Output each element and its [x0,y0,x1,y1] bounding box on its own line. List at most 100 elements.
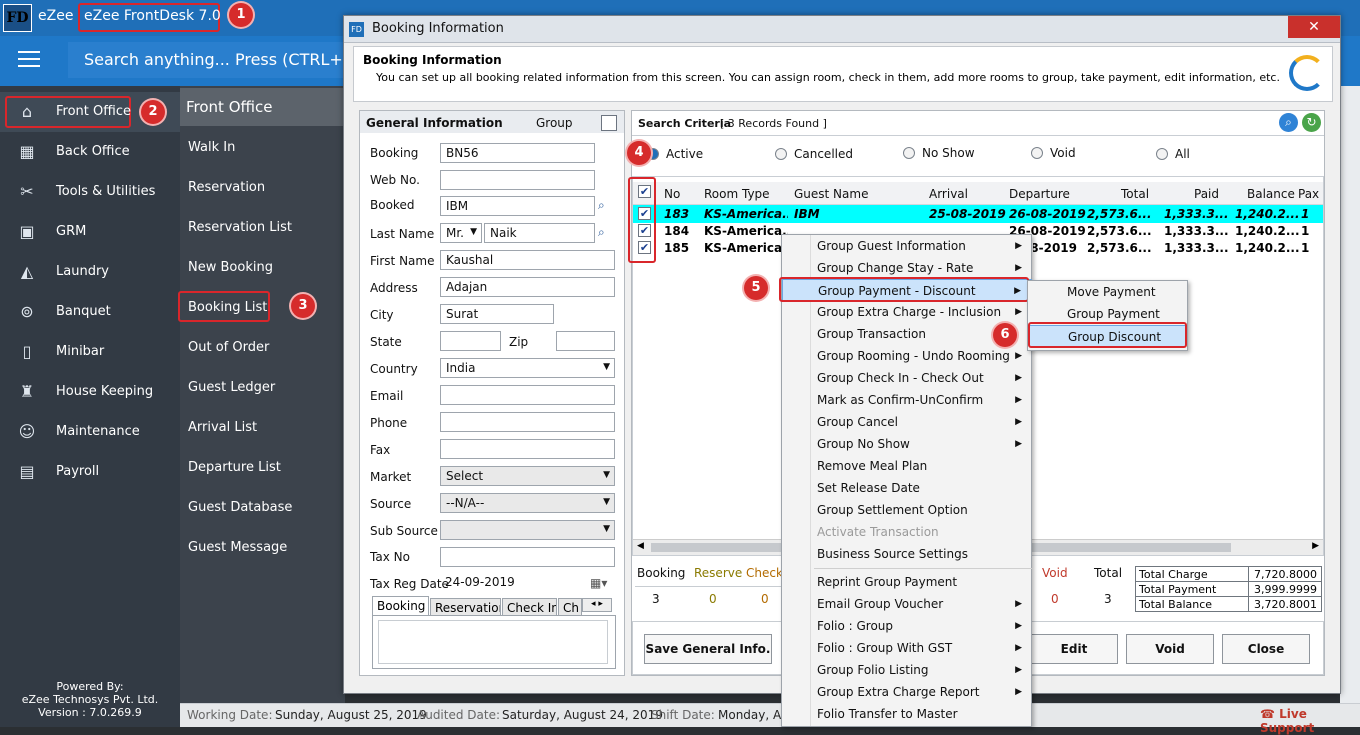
calendar-icon[interactable]: ▦▾ [590,576,607,590]
menu-activate-transaction: Activate Transaction [817,525,939,539]
market-select[interactable]: Select [440,466,615,486]
radio-all[interactable] [1156,148,1168,160]
zip-field[interactable] [556,331,615,351]
menu-mark-confirm[interactable]: Mark as Confirm-UnConfirm ▶ [782,389,1032,411]
refresh-icon[interactable]: ↻ [1302,113,1321,132]
menu-folio-group-gst[interactable]: Folio : Group With GST ▶ [782,637,1032,659]
menu-reprint-group-payment[interactable]: Reprint Group Payment [782,571,1032,593]
submenu-out-of-order[interactable]: Out of Order [188,340,269,355]
menu-group-guest-information[interactable]: Group Guest Information ▶ [782,235,1032,257]
menu-folio-group[interactable]: Folio : Group ▶ [782,615,1032,637]
step-marker-1: 1 [229,3,253,27]
search-criteria-title: Search Criteria [638,117,732,130]
col-room-type[interactable]: Room Type [704,187,770,201]
booking-notes-field[interactable] [378,620,608,664]
source-select[interactable]: --N/A-- [440,493,615,513]
sidebar-item-housekeeping[interactable]: ♜ House Keeping [12,378,177,406]
close-button[interactable]: Close [1222,634,1310,664]
taxreg-date-field[interactable]: 24-09-2019 [440,573,615,593]
submenu-new-booking[interactable]: New Booking [188,260,273,275]
menu-business-source-settings[interactable]: Business Source Settings [782,543,1032,565]
col-departure[interactable]: Departure [1009,187,1070,201]
menu-set-release-date[interactable]: Set Release Date [782,477,1032,499]
save-general-info-button[interactable]: Save General Info. [644,634,772,664]
col-no[interactable]: No [664,187,680,201]
menu-group-rooming[interactable]: Group Rooming - Undo Rooming ▶ [782,345,1032,367]
global-search-input[interactable]: Search anything... Press (CTRL+SPACE) [68,42,360,78]
booking-field[interactable]: BN56 [440,143,595,163]
sidebar-item-tools[interactable]: ✂ Tools & Utilities [12,178,177,206]
menu-group-extra-charge-report[interactable]: Group Extra Charge Report ▶ [782,681,1032,703]
booked-field[interactable]: IBM [440,196,595,216]
menu-group-check-in-out[interactable]: Group Check In - Check Out ▶ [782,367,1032,389]
firstname-field[interactable]: Kaushal [440,250,615,270]
search-icon[interactable]: ⌕ [1279,113,1298,132]
submenu-arrow-icon: ▶ [1015,439,1022,449]
address-field[interactable]: Adajan [440,277,615,297]
col-total[interactable]: Total [1121,187,1149,201]
menu-group-extra-charge-inclusion[interactable]: Group Extra Charge - Inclusion ▶ [782,301,1032,323]
sidebar-item-payroll[interactable]: ▤ Payroll [12,458,177,486]
sidebar-item-grm[interactable]: ▣ GRM [12,218,177,246]
submenu-departure-list[interactable]: Departure List [188,460,281,475]
col-arrival[interactable]: Arrival [929,187,968,201]
email-field[interactable] [440,385,615,405]
submenu-header: Front Office [180,88,345,126]
submenu-arrow-icon: ▶ [1015,395,1022,405]
radio-no-show[interactable] [903,147,915,159]
sidebar-item-banquet[interactable]: ⊚ Banquet [12,298,177,326]
salutation-select[interactable]: Mr. [440,223,482,243]
lastname-field[interactable]: Naik [484,223,595,243]
submenu-reservation-list[interactable]: Reservation List [188,220,292,235]
menu-folio-transfer-master[interactable]: Folio Transfer to Master [782,703,1032,725]
state-field[interactable] [440,331,501,351]
sidebar-item-minibar[interactable]: ▯ Minibar [12,338,177,366]
submenu-guest-ledger[interactable]: Guest Ledger [188,380,275,395]
phone-field[interactable] [440,412,615,432]
edit-button[interactable]: Edit [1030,634,1118,664]
radio-cancelled[interactable] [775,148,787,160]
sidebar-item-laundry[interactable]: ◭ Laundry [12,258,177,286]
subsource-label: Sub Source [370,524,438,538]
menu-group-cancel[interactable]: Group Cancel ▶ [782,411,1032,433]
col-pax[interactable]: Pax [1298,187,1319,201]
tab-scroll-arrows-icon[interactable]: ◂ ▸ [582,598,612,612]
state-label: State [370,335,402,349]
menu-group-no-show[interactable]: Group No Show ▶ [782,433,1032,455]
submenu-guest-message[interactable]: Guest Message [188,540,287,555]
city-field[interactable]: Surat [440,304,554,324]
sidebar-item-back-office[interactable]: ▦ Back Office [12,138,177,166]
status-bar: Working Date: Sunday, August 25, 2019 Au… [180,703,1360,735]
table-cell: 1,333.3... [1164,241,1229,255]
subsource-select[interactable] [440,520,615,540]
live-support-link[interactable]: ☎ Live Support [1260,707,1360,735]
lastname-lookup-icon[interactable]: ⌕ [598,225,616,241]
booked-lookup-icon[interactable]: ⌕ [598,198,616,214]
submenu-guest-database[interactable]: Guest Database [188,500,292,515]
group-checkbox[interactable] [601,115,617,131]
taxno-field[interactable] [440,547,615,567]
submenu-booking-list[interactable]: Booking List [188,300,267,315]
total-charge-value: 7,720.8000 [1254,568,1317,581]
menu-group-settlement-option[interactable]: Group Settlement Option [782,499,1032,521]
menu-remove-meal-plan[interactable]: Remove Meal Plan [782,455,1032,477]
submenu-reservation[interactable]: Reservation [188,180,265,195]
menu-group-folio-listing[interactable]: Group Folio Listing ▶ [782,659,1032,681]
submenu-arrival-list[interactable]: Arrival List [188,420,257,435]
webno-field[interactable] [440,170,595,190]
sidebar-item-maintenance[interactable]: ☺ Maintenance [12,418,177,446]
window-close-button[interactable]: ✕ [1288,16,1340,38]
col-balance[interactable]: Balance [1247,187,1295,201]
country-select[interactable]: India [440,358,615,378]
radio-void[interactable] [1031,147,1043,159]
submenu-move-payment[interactable]: Move Payment [1028,281,1187,303]
hamburger-menu-icon[interactable] [18,51,40,67]
menu-email-group-voucher[interactable]: Email Group Voucher ▶ [782,593,1032,615]
tab-booking[interactable]: Booking [372,596,429,616]
submenu-walk-in[interactable]: Walk In [188,140,235,155]
fax-field[interactable] [440,439,615,459]
col-paid[interactable]: Paid [1194,187,1219,201]
menu-group-change-stay-rate[interactable]: Group Change Stay - Rate ▶ [782,257,1032,279]
void-button[interactable]: Void [1126,634,1214,664]
col-guest-name[interactable]: Guest Name [794,187,868,201]
